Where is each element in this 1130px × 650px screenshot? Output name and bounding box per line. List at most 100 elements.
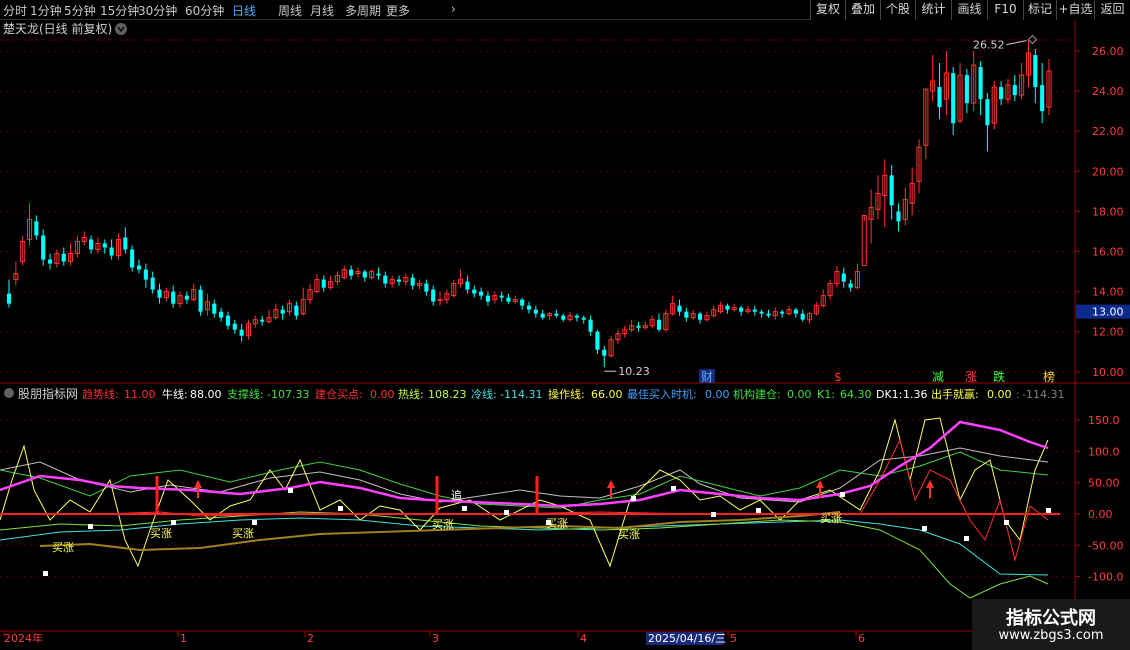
buy-rise-label: 买涨 xyxy=(432,518,454,531)
candle-body xyxy=(321,279,326,288)
signal-dot xyxy=(711,512,716,517)
candle-body xyxy=(184,295,189,300)
candle-body xyxy=(848,283,853,288)
candle-body xyxy=(136,265,142,270)
candle-body xyxy=(34,221,39,236)
cursor-date-label: 2025/04/16/三 xyxy=(648,632,726,645)
indicator-param-value: 11.00 xyxy=(124,388,156,401)
watermark-url: www.zbgs3.com xyxy=(998,628,1104,643)
candle-body xyxy=(349,269,354,276)
candle-body xyxy=(800,313,805,320)
price-tick-label: 22.00 xyxy=(1092,125,1124,138)
buy-rise-label: 买涨 xyxy=(618,528,640,541)
candle-body xyxy=(143,269,148,280)
candle-body xyxy=(239,329,244,336)
price-tick-label: 16.00 xyxy=(1092,246,1124,259)
price-tick-label: 14.00 xyxy=(1092,286,1124,299)
time-axis-label: 5 xyxy=(730,632,737,645)
candle-body xyxy=(896,211,901,222)
indicator-param-value: 64.30 xyxy=(840,388,872,401)
candle-body xyxy=(752,309,757,312)
candle-body xyxy=(698,313,703,320)
signal-dot xyxy=(462,506,467,511)
candle-body xyxy=(889,175,894,206)
price-tick-label: 24.00 xyxy=(1092,85,1124,98)
indicator-param-label: 操作线: xyxy=(548,387,585,401)
candle-body xyxy=(280,309,285,314)
price-tick-label: 26.00 xyxy=(1092,45,1124,58)
candle-body xyxy=(554,313,559,316)
high-price-label: 26.52 xyxy=(973,39,1005,52)
time-axis-label: 4 xyxy=(580,632,587,645)
indicator-param-label: 出手就赢: xyxy=(931,387,979,401)
signal-dot xyxy=(171,520,176,525)
watermark-logo: 指标公式网 www.zbgs3.com xyxy=(972,599,1130,650)
candle-body xyxy=(1040,85,1045,112)
indicator-param-label: 机构建仓: xyxy=(733,387,781,401)
candle-body xyxy=(465,281,470,290)
candle-body xyxy=(602,349,607,356)
candle-body xyxy=(219,311,224,318)
kline-chart: 楚天龙(日线 前复权)26.0024.0022.0020.0018.0016.0… xyxy=(0,20,1130,650)
candle-body xyxy=(861,214,867,267)
indicator-param-label: DK1: xyxy=(876,388,902,401)
time-axis-label: 6 xyxy=(858,632,865,645)
signal-dot xyxy=(964,536,969,541)
indicator-param-value: 0.00 xyxy=(705,388,730,401)
low-price-label: 10.23 xyxy=(618,365,650,378)
candle-body xyxy=(48,259,53,264)
indicator-line xyxy=(0,511,1049,599)
signal-dot xyxy=(631,496,636,501)
candle-body xyxy=(6,293,12,304)
candle-body xyxy=(766,313,771,316)
candle-body xyxy=(739,307,744,312)
indicator-param-label: K1: xyxy=(817,388,835,401)
candle-body xyxy=(225,315,230,326)
event-marker: 减 xyxy=(932,370,944,384)
candle-body xyxy=(150,277,155,290)
indicator-param-value: 1.36 xyxy=(903,388,928,401)
candle-body xyxy=(759,311,764,314)
candle-body xyxy=(999,87,1004,100)
buy-rise-label: 买涨 xyxy=(820,512,842,525)
candle-body xyxy=(520,299,525,306)
signal-dot xyxy=(338,506,343,511)
signal-dot xyxy=(840,492,845,497)
candle-body xyxy=(595,331,600,350)
up-arrow-icon xyxy=(816,480,824,488)
indicator-tick-label: 100.0 xyxy=(1088,445,1120,458)
indicator-panel-title: 股朋指标网 xyxy=(18,386,78,401)
indicator-tick-label: 50.00 xyxy=(1088,477,1120,490)
signal-dot xyxy=(288,488,293,493)
candle-body xyxy=(424,283,429,292)
candle-body xyxy=(431,289,436,302)
candle-body xyxy=(526,305,532,310)
candle-body xyxy=(41,235,46,260)
candle-body xyxy=(383,275,388,284)
candle-body xyxy=(684,311,689,318)
indicator-param-label: 热线: xyxy=(398,387,424,401)
signal-dot xyxy=(43,571,48,576)
event-marker: $ xyxy=(834,370,842,384)
buy-rise-label: 买涨 xyxy=(52,541,74,554)
indicator-param-value: 0.00 xyxy=(787,388,812,401)
signal-dot xyxy=(671,486,676,491)
candle-body xyxy=(396,279,402,282)
candle-body xyxy=(964,75,969,104)
indicator-tick-label: -50.00 xyxy=(1088,539,1123,552)
candle-body xyxy=(171,291,176,304)
time-axis-label: 2024年 xyxy=(4,631,43,645)
indicator-param-value: 0.00 xyxy=(370,388,395,401)
candle-body xyxy=(485,295,490,302)
candle-body xyxy=(978,67,983,100)
up-arrow-icon xyxy=(607,480,615,488)
candle-body xyxy=(636,325,641,328)
indicator-tick-label: 0.00 xyxy=(1088,508,1113,521)
candle-body xyxy=(437,299,443,302)
candle-body xyxy=(260,319,265,322)
candle-body xyxy=(1033,55,1038,88)
candle-body xyxy=(157,289,162,298)
candle-body xyxy=(212,303,217,314)
up-arrow-icon xyxy=(194,480,202,488)
candle-body xyxy=(294,305,299,316)
